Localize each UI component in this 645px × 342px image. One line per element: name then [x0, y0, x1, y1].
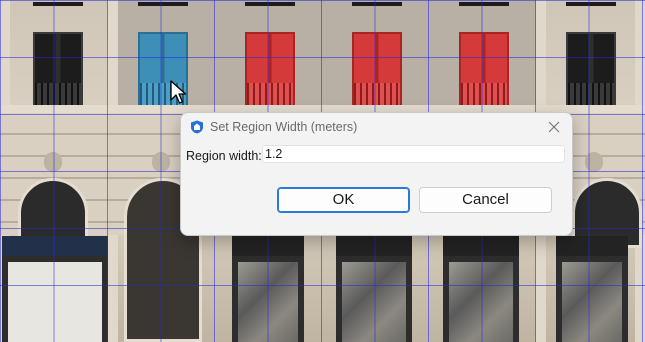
- facade-window[interactable]: [33, 2, 83, 107]
- sculpted-mask-ornament: [44, 152, 62, 172]
- cancel-button[interactable]: Cancel: [419, 187, 552, 213]
- sculpted-mask-ornament: [585, 152, 603, 172]
- selected-region-red[interactable]: [245, 2, 295, 107]
- ok-button[interactable]: OK: [277, 187, 410, 213]
- shopfront: [232, 236, 304, 342]
- region-width-input[interactable]: [262, 145, 565, 163]
- selected-region-red[interactable]: [459, 2, 509, 107]
- region-width-label: Region width:: [186, 149, 262, 163]
- sculpted-mask-ornament: [152, 152, 170, 172]
- mouse-pointer-icon: [170, 80, 187, 104]
- facade-window[interactable]: [566, 2, 616, 107]
- dialog-title: Set Region Width (meters): [210, 120, 358, 134]
- selected-region-red[interactable]: [352, 2, 402, 107]
- set-region-width-dialog: Set Region Width (meters) Region width: …: [180, 112, 573, 236]
- shopfront: [556, 236, 628, 342]
- shopfront: [443, 236, 519, 342]
- dialog-titlebar[interactable]: Set Region Width (meters): [181, 113, 572, 141]
- shopfront: [336, 236, 412, 342]
- close-icon[interactable]: [543, 117, 565, 137]
- shopfront: [2, 236, 108, 342]
- blue-shield-logo-icon: [191, 120, 203, 134]
